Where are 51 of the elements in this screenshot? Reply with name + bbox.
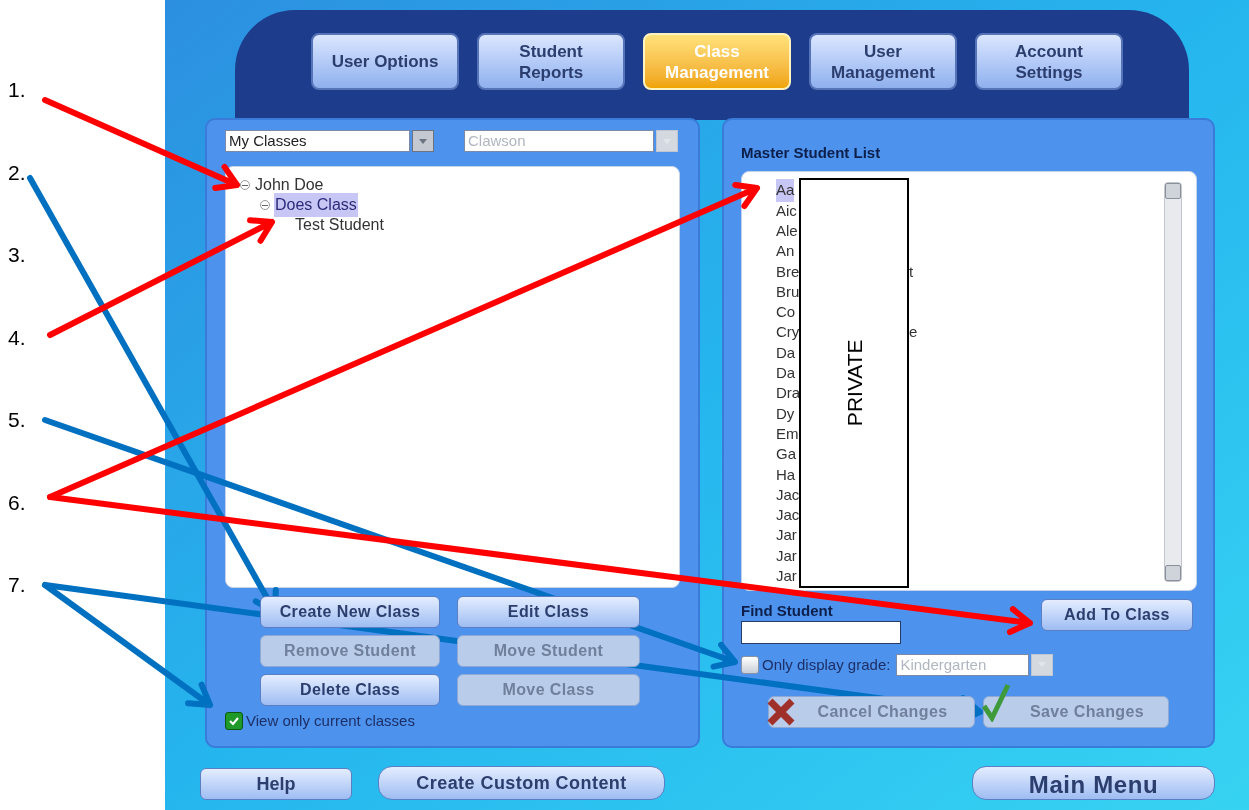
- student-name[interactable]: Dra: [776, 382, 801, 405]
- tree-item[interactable]: Does Class: [274, 193, 358, 217]
- check-icon: [981, 682, 1011, 722]
- action-button[interactable]: Edit Class: [457, 596, 640, 628]
- checkbox-label: Only display grade:: [762, 654, 891, 675]
- annotation-number: 1.: [8, 77, 27, 103]
- caret-icon: [419, 138, 427, 144]
- student-name[interactable]: Aic: [776, 199, 797, 223]
- student-name[interactable]: Co: [776, 301, 796, 324]
- student-name[interactable]: Cry: [776, 321, 800, 344]
- annotation-number: 7.: [8, 572, 27, 598]
- student-name[interactable]: Aa: [776, 179, 795, 202]
- student-name[interactable]: Ale: [776, 220, 798, 243]
- find-student-field[interactable]: [741, 620, 901, 644]
- help-button[interactable]: Help: [200, 768, 352, 800]
- student-name[interactable]: An: [776, 240, 795, 263]
- check-icon: [228, 715, 240, 728]
- scroll-down-icon[interactable]: [1165, 564, 1181, 581]
- dropdown-field[interactable]: My Classes: [225, 130, 410, 152]
- checkbox-label: View only current classes: [246, 711, 415, 731]
- checkbox[interactable]: [225, 712, 243, 731]
- annotation-number: 3.: [8, 242, 27, 268]
- student-name[interactable]: Jar: [776, 565, 797, 588]
- dropdown-arrow-button[interactable]: [412, 130, 434, 152]
- student-name-fragment: t: [909, 261, 914, 282]
- student-name-fragment: e: [909, 322, 918, 343]
- annotation-number: 6.: [8, 489, 27, 516]
- tab[interactable]: Account Settings: [975, 33, 1123, 90]
- student-name[interactable]: Da: [776, 362, 796, 385]
- annotation-number: 4.: [8, 324, 27, 351]
- create-custom-content-button[interactable]: Create Custom Content: [378, 766, 665, 800]
- annotation-number: 5.: [8, 407, 27, 433]
- action-button[interactable]: Create New Class: [260, 596, 440, 628]
- field-label: Find Student: [741, 602, 834, 619]
- annotation-number: 2.: [8, 159, 27, 186]
- student-name[interactable]: Jac: [776, 504, 800, 527]
- student-name[interactable]: Jar: [776, 524, 797, 547]
- redaction-label: PRIVATE: [841, 339, 867, 426]
- x-icon: [766, 697, 796, 727]
- student-name[interactable]: Jar: [776, 544, 797, 568]
- action-button[interactable]: Delete Class: [260, 674, 440, 706]
- action-button[interactable]: Add To Class: [1041, 598, 1193, 631]
- main-menu-button[interactable]: Main Menu: [972, 766, 1215, 800]
- student-name[interactable]: Ga: [776, 443, 796, 466]
- scroll-up-icon[interactable]: [1165, 182, 1181, 199]
- tab[interactable]: Student Reports: [477, 33, 625, 90]
- dropdown-arrow-button[interactable]: [1031, 653, 1054, 676]
- panel-title: Master Student List: [741, 143, 882, 163]
- student-name[interactable]: Da: [776, 341, 796, 365]
- tab[interactable]: User Management: [809, 33, 957, 90]
- tab[interactable]: User Options: [311, 33, 459, 90]
